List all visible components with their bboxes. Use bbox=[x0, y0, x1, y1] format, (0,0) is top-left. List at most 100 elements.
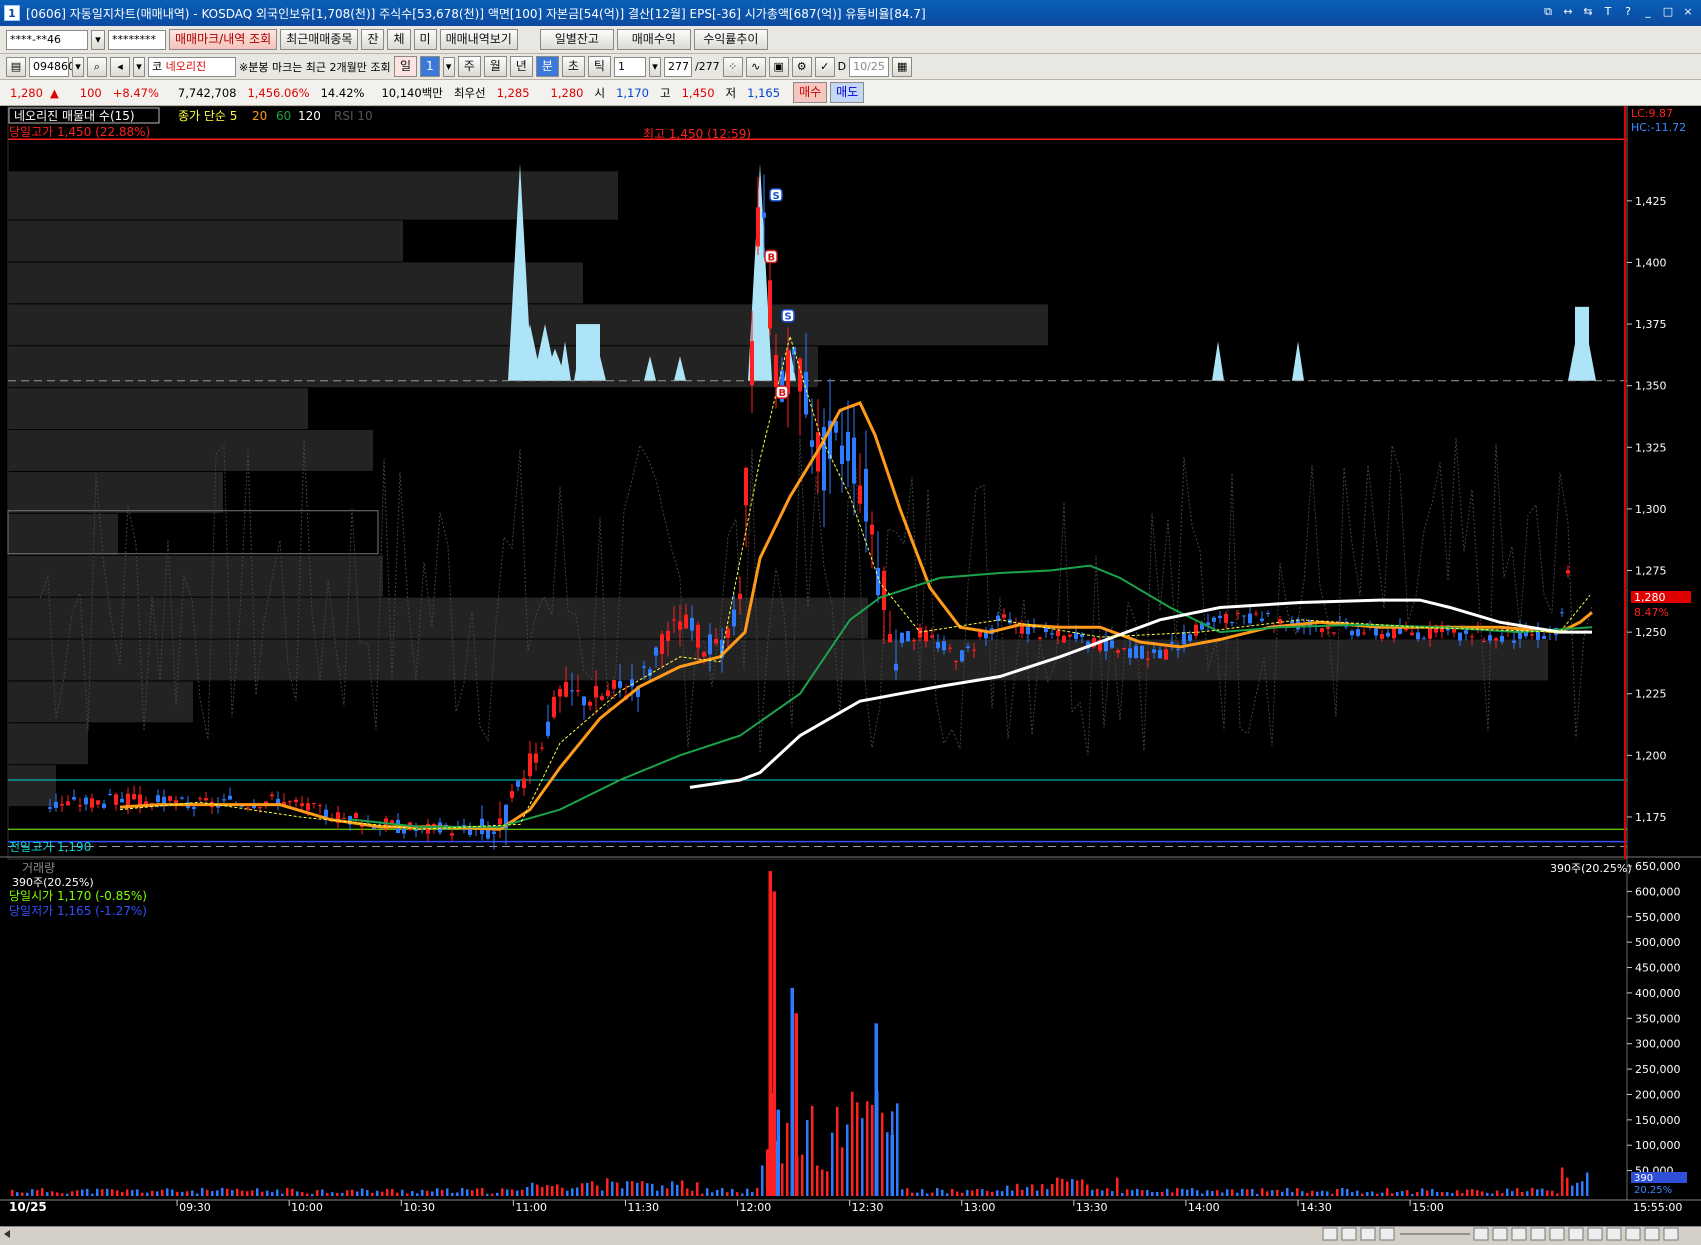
tool-icon[interactable] bbox=[1587, 1227, 1603, 1241]
gear-icon[interactable]: ⚙ bbox=[791, 56, 812, 77]
candle-body bbox=[1116, 650, 1120, 653]
candle-body bbox=[1152, 649, 1156, 653]
legend-rsi[interactable]: RSI 10 bbox=[334, 109, 373, 123]
period-tick-button[interactable]: 틱 bbox=[587, 56, 611, 77]
tool-icon[interactable] bbox=[1492, 1227, 1508, 1241]
checkbox-icon[interactable]: ✓ bbox=[814, 56, 835, 77]
legend-ma60[interactable]: 60 bbox=[276, 109, 291, 123]
candle-body bbox=[1470, 636, 1474, 638]
volume-bar bbox=[1511, 1191, 1514, 1196]
legend-ma120[interactable]: 120 bbox=[298, 109, 321, 123]
volume-bar bbox=[846, 1124, 849, 1196]
period-day-button[interactable]: 일 bbox=[394, 56, 418, 77]
forward-button[interactable] bbox=[1379, 1227, 1395, 1241]
stock-code-input[interactable]: 094860 bbox=[29, 56, 75, 77]
legend-ma5[interactable]: 종가 단순 5 bbox=[178, 109, 237, 123]
restore-icon[interactable]: ⧉ bbox=[1539, 4, 1557, 20]
scroll-bar[interactable] bbox=[0, 1226, 1701, 1241]
candle-body bbox=[1458, 632, 1462, 641]
maximize-icon[interactable]: □ bbox=[1659, 4, 1677, 20]
speaker-icon[interactable]: ◂ bbox=[110, 56, 130, 77]
chevron-down-icon[interactable]: ▾ bbox=[91, 29, 105, 50]
tool-icon[interactable] bbox=[1568, 1227, 1584, 1241]
legend-ma20[interactable]: 20 bbox=[252, 109, 267, 123]
save-icon[interactable]: ▣ bbox=[768, 56, 789, 77]
period-minute-button[interactable]: 분 bbox=[535, 56, 559, 77]
stock-chart[interactable]: S B S B 1,425 1,400 1,375 1,350 1,325 1,300 1,275… bbox=[0, 105, 1701, 1226]
volume-bar bbox=[1431, 1188, 1434, 1196]
trade-mark-query-button[interactable]: 매매마크/내역 조회 bbox=[169, 29, 278, 50]
trade-history-button[interactable]: 매매내역보기 bbox=[439, 29, 518, 50]
volume-bar bbox=[686, 1188, 689, 1196]
tool-icon[interactable] bbox=[1530, 1227, 1546, 1241]
volume-bar bbox=[1371, 1191, 1374, 1196]
price-tick-label: 1,225 bbox=[1635, 688, 1667, 701]
count-input[interactable]: 277 bbox=[663, 56, 692, 77]
stock-name-field[interactable]: 코 네오리진 bbox=[148, 56, 236, 77]
period-week-button[interactable]: 주 bbox=[457, 56, 481, 77]
chevron-down-icon[interactable]: ▾ bbox=[72, 56, 84, 77]
tool-icon[interactable] bbox=[1473, 1227, 1489, 1241]
period-second-button[interactable]: 초 bbox=[561, 56, 585, 77]
candle-body bbox=[324, 809, 328, 818]
layout-icon[interactable]: ▤ bbox=[6, 56, 26, 77]
password-field[interactable]: ******** bbox=[108, 29, 166, 50]
volume-bar bbox=[111, 1189, 114, 1196]
interval-input[interactable]: 1 bbox=[613, 56, 646, 77]
link-icon[interactable]: ↔ bbox=[1559, 4, 1577, 20]
stop-button[interactable] bbox=[1360, 1227, 1376, 1241]
time-tick-label: 10:00 bbox=[291, 1201, 323, 1214]
search-icon[interactable]: ⌕ bbox=[87, 56, 107, 77]
candle-body bbox=[1494, 638, 1498, 641]
candle-body bbox=[516, 780, 520, 787]
buy-button[interactable]: 매수 bbox=[793, 82, 828, 103]
zoom-in-icon[interactable] bbox=[1606, 1227, 1622, 1241]
filled-button[interactable]: 체 bbox=[387, 29, 411, 50]
tool-icon[interactable] bbox=[1549, 1227, 1565, 1241]
chevron-down-icon[interactable]: ▾ bbox=[442, 56, 455, 77]
balance-button[interactable]: 잔 bbox=[361, 29, 385, 50]
chart-canvas[interactable]: S B S B 1,425 1,400 1,375 1,350 1,325 1,300 1,275… bbox=[0, 105, 1701, 1226]
period-year-button[interactable]: 년 bbox=[509, 56, 533, 77]
date-input[interactable]: 10/25 bbox=[849, 56, 890, 77]
tab-daily-balance[interactable]: 일별잔고 bbox=[539, 29, 614, 50]
sparkline-icon[interactable]: ∿ bbox=[745, 56, 766, 77]
volume-pane-title[interactable]: 거래량 bbox=[22, 861, 55, 875]
account-select[interactable]: ****-**46 bbox=[6, 29, 88, 50]
tool-icon[interactable] bbox=[1511, 1227, 1527, 1241]
volume-bar bbox=[166, 1188, 169, 1196]
font-size-icon[interactable] bbox=[1663, 1227, 1679, 1241]
volume-bar bbox=[301, 1192, 304, 1196]
swap-icon[interactable]: ⇆ bbox=[1579, 4, 1597, 20]
sell-button[interactable]: 매도 bbox=[830, 82, 865, 103]
recent-trades-button[interactable]: 최근매매종목 bbox=[280, 29, 359, 50]
tab-return-trend[interactable]: 수익률추이 bbox=[693, 29, 768, 50]
unfilled-button[interactable]: 미 bbox=[413, 29, 437, 50]
period-month-button[interactable]: 월 bbox=[483, 56, 507, 77]
candle-body bbox=[984, 632, 988, 639]
help-icon[interactable]: ? bbox=[1619, 4, 1637, 20]
chevron-down-icon[interactable]: ▾ bbox=[133, 56, 145, 77]
minimize-icon[interactable]: _ bbox=[1639, 4, 1657, 20]
volume-bar bbox=[1571, 1185, 1574, 1196]
legend-title[interactable]: 네오리진 매물대 수(15) bbox=[14, 109, 135, 123]
volume-bar bbox=[981, 1189, 984, 1196]
volume-current-pct: 20.25% bbox=[1634, 1185, 1672, 1196]
tab-trade-profit[interactable]: 매매수익 bbox=[616, 29, 691, 50]
font-icon[interactable]: T bbox=[1599, 4, 1617, 20]
scroll-left-icon[interactable] bbox=[4, 1230, 10, 1238]
app-icon[interactable]: 1 bbox=[4, 5, 20, 21]
volume-bar bbox=[386, 1188, 389, 1196]
close-icon[interactable]: × bbox=[1679, 4, 1697, 20]
candle-body bbox=[1350, 630, 1354, 636]
period-value[interactable]: 1 bbox=[420, 56, 440, 77]
zoom-out-icon[interactable] bbox=[1625, 1227, 1641, 1241]
candle-body bbox=[942, 641, 946, 651]
zoom-reset-icon[interactable] bbox=[1644, 1227, 1660, 1241]
grid-icon[interactable]: ⁘ bbox=[722, 56, 743, 77]
scroll-right-button[interactable] bbox=[1322, 1227, 1338, 1241]
chevron-down-icon[interactable]: ▾ bbox=[648, 56, 661, 77]
calendar-icon[interactable]: ▦ bbox=[892, 56, 913, 77]
rewind-button[interactable] bbox=[1341, 1227, 1357, 1241]
candle-body bbox=[906, 631, 910, 642]
